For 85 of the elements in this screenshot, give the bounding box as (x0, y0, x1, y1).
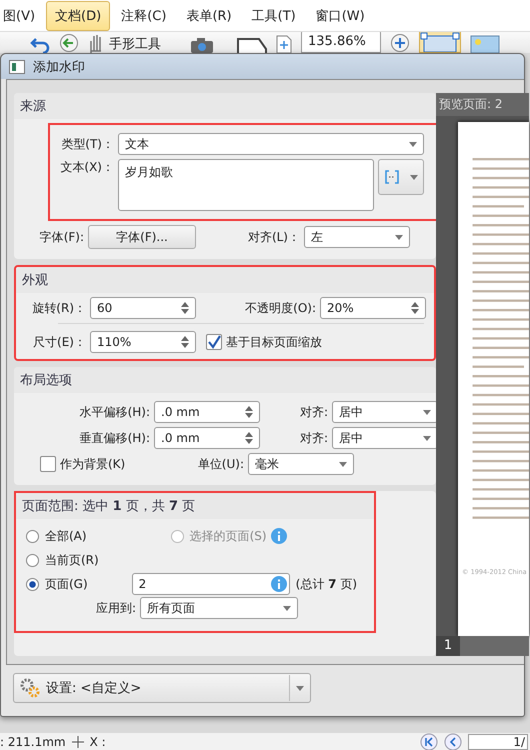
menu-item[interactable]: 注释(C) (112, 0, 176, 30)
caret-icon (339, 462, 347, 466)
crosshair-icon (72, 736, 84, 748)
field-label: 对齐: (298, 430, 328, 446)
undo-icon[interactable] (30, 37, 50, 53)
spin-arrows-icon (181, 336, 189, 348)
menu-item[interactable]: 工具(T) (242, 0, 305, 30)
hand-tool-label[interactable]: 手形工具 (109, 35, 161, 53)
field-label: 类型(T)： (60, 136, 114, 152)
checkbox[interactable] (206, 334, 222, 350)
pages-input-field[interactable]: 2 (132, 573, 290, 595)
camera-icon[interactable] (190, 37, 214, 53)
menu-item[interactable]: 窗口(W) (306, 0, 374, 30)
offset-spinbox[interactable]: .0 mm (154, 401, 260, 423)
field-label: 对齐(L)： (246, 228, 300, 246)
info-icon (270, 528, 287, 544)
page-icon[interactable] (237, 37, 267, 53)
unit-dropdown[interactable]: 毫米 (248, 453, 354, 475)
caret-icon (395, 234, 403, 240)
section-heading: 外观 (22, 273, 48, 288)
field-label: 文本(X)： (59, 159, 114, 176)
coordinate-readout: X : (90, 734, 106, 748)
selection-icon[interactable] (419, 32, 461, 53)
spin-arrows-icon (245, 406, 253, 418)
fit-icon[interactable] (276, 35, 292, 53)
preview-title: 预览页面: 2 (436, 93, 529, 116)
caret-icon (283, 606, 291, 610)
spin-arrows-icon (411, 302, 419, 314)
section-heading: 页面范围: 选中 1 页，共 7 页 (22, 499, 196, 514)
radio-option[interactable]: 页面(G) (26, 576, 88, 592)
checkbox[interactable] (40, 456, 56, 472)
settings-dropdown[interactable]: 设置: <自定义> (13, 673, 311, 703)
field-label: 旋转(R)： (31, 300, 86, 316)
checkbox-label[interactable]: 基于目标页面缩放 (226, 334, 322, 350)
first-page-icon[interactable] (420, 733, 438, 750)
offset-spinbox[interactable]: .0 mm (154, 427, 260, 449)
size-spinbox[interactable]: 110% (90, 331, 196, 353)
window-title: 添加水印 (33, 58, 85, 76)
page-number-field[interactable]: 1/ (468, 734, 528, 750)
radio-option[interactable]: 全部(A) (26, 528, 87, 544)
font-button[interactable]: 字体(F)... (88, 225, 196, 249)
page-number-badge: 1 (436, 636, 460, 656)
field-label: 不透明度(O): (244, 300, 316, 316)
coordinate-readout: : 211.1mm (0, 734, 66, 748)
page-total-label: (总计 7 页) (296, 576, 358, 592)
opacity-spinbox[interactable]: 20% (320, 297, 426, 319)
macro-button[interactable] (378, 159, 424, 195)
section-heading: 来源 (20, 99, 46, 114)
caret-icon (409, 142, 417, 146)
type-dropdown[interactable]: 文本 (118, 133, 424, 155)
menu-item[interactable]: 表单(R) (177, 0, 241, 30)
text-input-field[interactable]: 岁月如歌 (118, 159, 374, 211)
radio-option[interactable]: 当前页(R) (26, 552, 99, 568)
checkbox-label[interactable]: 作为背景(K) (60, 456, 140, 472)
menu-item[interactable]: 文档(D) (46, 0, 110, 30)
brackets-icon (384, 170, 398, 184)
field-label: 对齐: (298, 404, 328, 420)
align-dropdown[interactable]: 居中 (332, 401, 438, 423)
image-icon[interactable] (470, 33, 500, 53)
caret-icon (423, 410, 431, 414)
zoom-in-icon[interactable] (390, 33, 410, 53)
field-label: 应用到: (94, 600, 136, 616)
align-dropdown[interactable]: 居中 (332, 427, 438, 449)
rotation-spinbox[interactable]: 60 (90, 297, 196, 319)
spin-arrows-icon (181, 302, 189, 314)
field-label: 垂直偏移(H): (78, 430, 150, 446)
previous-page-icon[interactable] (444, 733, 462, 750)
watermark-app-icon (9, 60, 25, 74)
caret-icon (423, 436, 431, 440)
caret-icon (410, 174, 418, 180)
field-label: 单位(U): (196, 456, 244, 472)
gears-icon (20, 678, 40, 698)
field-label: 字体(F): (38, 228, 84, 246)
spin-arrows-icon (245, 432, 253, 444)
back-icon[interactable] (59, 33, 79, 53)
apply-to-dropdown[interactable]: 所有页面 (140, 597, 298, 619)
field-label: 水平偏移(H): (78, 404, 150, 420)
align-dropdown[interactable]: 左 (304, 226, 410, 248)
menu-item[interactable]: 图(V) (0, 0, 44, 30)
info-icon (270, 576, 287, 592)
caret-icon (296, 686, 304, 690)
field-label: 尺寸(E)： (32, 334, 86, 350)
hand-icon[interactable] (88, 33, 104, 53)
zoom-dropdown[interactable]: 135.86% (301, 32, 381, 53)
section-heading: 布局选项 (20, 373, 72, 388)
